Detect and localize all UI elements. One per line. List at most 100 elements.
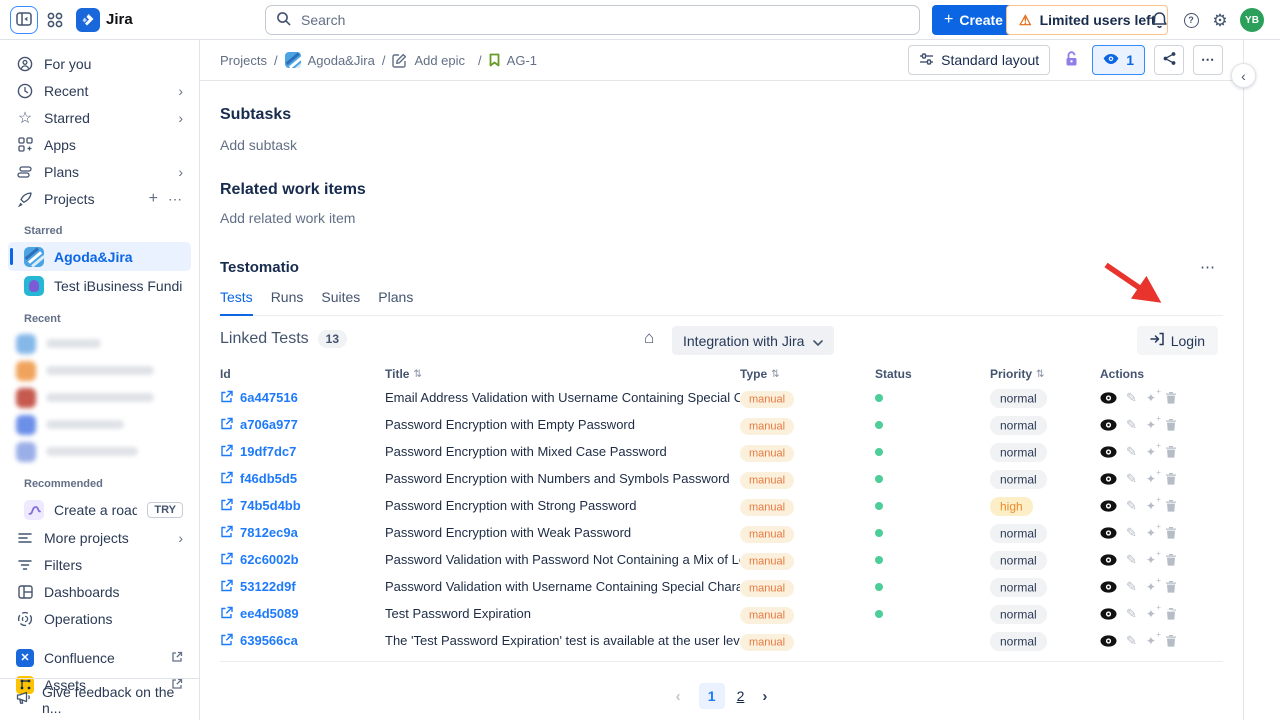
ai-generate-button[interactable]: ✦+ bbox=[1146, 392, 1156, 404]
test-id-link[interactable]: f46db5d5 bbox=[240, 471, 297, 486]
edit-button[interactable]: ✎ bbox=[1126, 499, 1137, 512]
tab-suites[interactable]: Suites bbox=[321, 289, 360, 315]
edit-button[interactable]: ✎ bbox=[1126, 418, 1137, 431]
tab-tests[interactable]: Tests bbox=[220, 289, 253, 316]
column-header-type[interactable]: Type⇅ bbox=[740, 367, 875, 381]
test-id-link[interactable]: 74b5d4bb bbox=[240, 498, 301, 513]
expand-panel-button[interactable]: ‹ bbox=[1231, 63, 1256, 88]
previous-page-button[interactable]: ‹ bbox=[670, 687, 687, 706]
sidebar-project-ibusiness[interactable]: Test iBusiness Funding bbox=[8, 271, 191, 300]
view-details-button[interactable] bbox=[1100, 392, 1117, 404]
notifications-button[interactable] bbox=[1150, 11, 1168, 29]
view-details-button[interactable] bbox=[1100, 608, 1117, 620]
view-details-button[interactable] bbox=[1100, 500, 1117, 512]
recent-project-blurred[interactable] bbox=[0, 384, 199, 411]
sidebar-item-apps[interactable]: Apps bbox=[8, 131, 191, 158]
page-2-button[interactable]: 2 bbox=[737, 688, 745, 704]
share-button[interactable] bbox=[1154, 45, 1184, 75]
limited-users-button[interactable]: ⚠ Limited users left bbox=[1006, 5, 1168, 35]
sidebar-item-more-projects[interactable]: More projects › bbox=[8, 524, 191, 551]
edit-button[interactable]: ✎ bbox=[1126, 553, 1137, 566]
edit-button[interactable]: ✎ bbox=[1126, 607, 1137, 620]
ai-generate-button[interactable]: ✦+ bbox=[1146, 527, 1156, 539]
view-details-button[interactable] bbox=[1100, 473, 1117, 485]
edit-button[interactable]: ✎ bbox=[1126, 472, 1137, 485]
delete-button[interactable] bbox=[1165, 580, 1177, 593]
testomatio-more-button[interactable]: ⋯ bbox=[1194, 259, 1223, 276]
recent-project-blurred[interactable] bbox=[0, 330, 199, 357]
delete-button[interactable] bbox=[1165, 472, 1177, 485]
test-id-link[interactable]: ee4d5089 bbox=[240, 606, 299, 621]
delete-button[interactable] bbox=[1165, 445, 1177, 458]
add-subtask-button[interactable]: Add subtask bbox=[220, 137, 1223, 153]
sidebar-item-for-you[interactable]: For you bbox=[8, 50, 191, 77]
sidebar-item-filters[interactable]: Filters bbox=[8, 551, 191, 578]
layout-button[interactable]: Standard layout bbox=[908, 45, 1050, 75]
ai-generate-button[interactable]: ✦+ bbox=[1146, 446, 1156, 458]
add-project-icon[interactable]: + bbox=[149, 191, 158, 207]
sidebar-item-projects[interactable]: Projects + ⋯ bbox=[8, 185, 191, 212]
global-search[interactable] bbox=[265, 5, 920, 35]
search-input[interactable] bbox=[299, 11, 909, 29]
edit-button[interactable]: ✎ bbox=[1126, 526, 1137, 539]
edit-button[interactable]: ✎ bbox=[1126, 391, 1137, 404]
next-page-button[interactable]: › bbox=[756, 687, 773, 706]
recent-project-blurred[interactable] bbox=[0, 357, 199, 384]
recent-project-blurred[interactable] bbox=[0, 411, 199, 438]
give-feedback-button[interactable]: Give feedback on the n... bbox=[0, 678, 199, 720]
test-id-link[interactable]: 53122d9f bbox=[240, 579, 296, 594]
test-id-link[interactable]: 19df7dc7 bbox=[240, 444, 296, 459]
delete-button[interactable] bbox=[1165, 607, 1177, 620]
sidebar-item-create-roadmap[interactable]: Create a roadmap TRY bbox=[8, 495, 191, 524]
unlock-button[interactable] bbox=[1059, 45, 1083, 75]
edit-button[interactable]: ✎ bbox=[1126, 580, 1137, 593]
viewers-button[interactable]: 1 bbox=[1092, 45, 1145, 75]
sidebar-item-recent[interactable]: Recent › bbox=[8, 77, 191, 104]
edit-button[interactable]: ✎ bbox=[1126, 445, 1137, 458]
column-header-priority[interactable]: Priority⇅ bbox=[990, 367, 1100, 381]
tab-plans[interactable]: Plans bbox=[378, 289, 413, 315]
ai-generate-button[interactable]: ✦+ bbox=[1146, 635, 1156, 647]
test-id-link[interactable]: 6a447516 bbox=[240, 390, 298, 405]
add-related-work-item-button[interactable]: Add related work item bbox=[220, 210, 1223, 226]
sidebar-item-confluence[interactable]: ✕ Confluence bbox=[8, 644, 191, 671]
test-id-link[interactable]: 639566ca bbox=[240, 633, 298, 648]
view-details-button[interactable] bbox=[1100, 446, 1117, 458]
view-details-button[interactable] bbox=[1100, 554, 1117, 566]
page-1-button[interactable]: 1 bbox=[699, 683, 725, 709]
ai-generate-button[interactable]: ✦+ bbox=[1146, 554, 1156, 566]
view-details-button[interactable] bbox=[1100, 581, 1117, 593]
test-id-link[interactable]: a706a977 bbox=[240, 417, 298, 432]
delete-button[interactable] bbox=[1165, 526, 1177, 539]
delete-button[interactable] bbox=[1165, 418, 1177, 431]
edit-button[interactable]: ✎ bbox=[1126, 634, 1137, 647]
column-header-title[interactable]: Title⇅ bbox=[385, 367, 740, 381]
delete-button[interactable] bbox=[1165, 391, 1177, 404]
test-id-link[interactable]: 62c6002b bbox=[240, 552, 299, 567]
breadcrumb-issue-key[interactable]: AG-1 bbox=[507, 53, 537, 68]
login-button[interactable]: Login bbox=[1137, 326, 1218, 355]
more-options-icon[interactable]: ⋯ bbox=[168, 192, 183, 206]
recent-project-blurred[interactable] bbox=[0, 438, 199, 465]
sidebar-toggle-button[interactable] bbox=[10, 6, 38, 34]
test-id-link[interactable]: 7812ec9a bbox=[240, 525, 298, 540]
jira-logo-icon[interactable] bbox=[76, 8, 100, 32]
sidebar-item-dashboards[interactable]: Dashboards bbox=[8, 578, 191, 605]
home-icon[interactable]: ⌂ bbox=[644, 328, 654, 348]
app-switcher-button[interactable] bbox=[46, 11, 64, 29]
sidebar-item-plans[interactable]: Plans › bbox=[8, 158, 191, 185]
delete-button[interactable] bbox=[1165, 553, 1177, 566]
ai-generate-button[interactable]: ✦+ bbox=[1146, 473, 1156, 485]
settings-button[interactable]: ⚙ bbox=[1211, 11, 1229, 29]
delete-button[interactable] bbox=[1165, 634, 1177, 647]
sidebar-item-starred[interactable]: ☆ Starred › bbox=[8, 104, 191, 131]
ai-generate-button[interactable]: ✦+ bbox=[1146, 419, 1156, 431]
breadcrumb-project[interactable]: Agoda&Jira bbox=[308, 53, 375, 68]
view-details-button[interactable] bbox=[1100, 419, 1117, 431]
create-button[interactable]: + Create bbox=[932, 5, 1015, 35]
ai-generate-button[interactable]: ✦+ bbox=[1146, 608, 1156, 620]
delete-button[interactable] bbox=[1165, 499, 1177, 512]
breadcrumb-projects[interactable]: Projects bbox=[220, 53, 267, 68]
ai-generate-button[interactable]: ✦+ bbox=[1146, 500, 1156, 512]
help-button[interactable]: ? bbox=[1182, 11, 1200, 29]
